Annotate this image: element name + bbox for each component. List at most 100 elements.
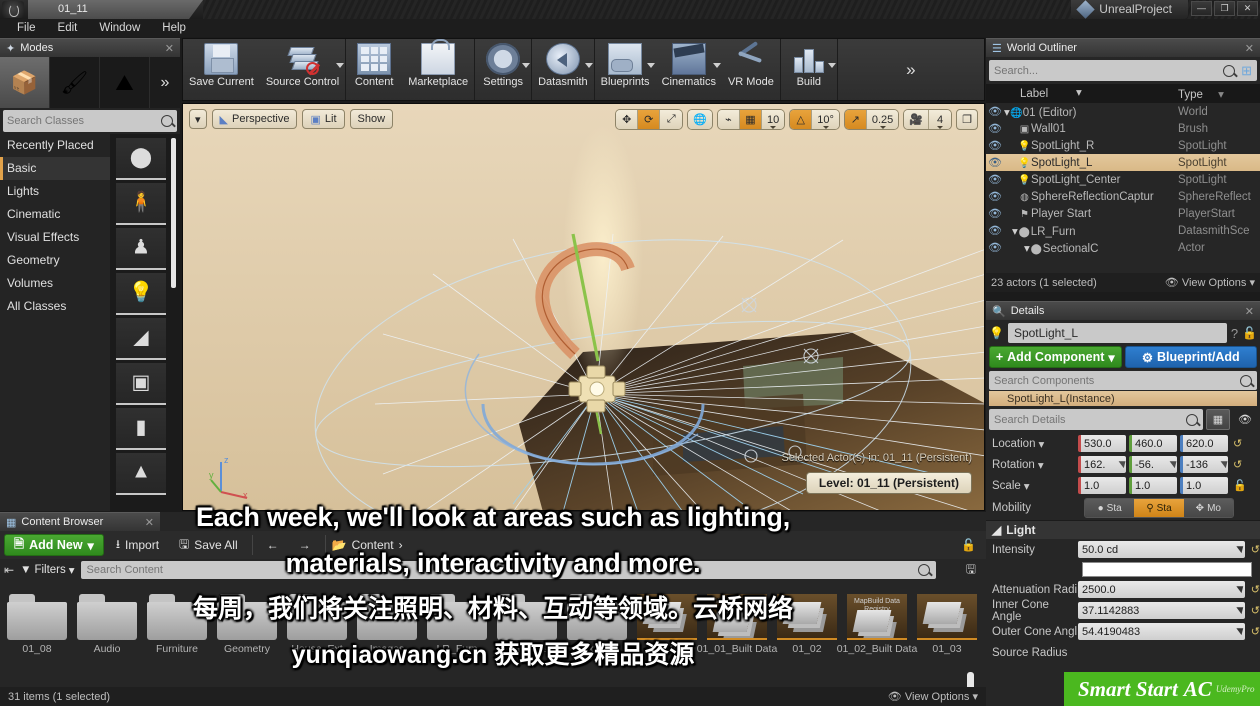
datasmith-button[interactable]: Datasmith (532, 39, 594, 100)
toolbar-overflow-button[interactable]: » (838, 39, 984, 100)
save-all-button[interactable]: 🖫 Save All (171, 534, 246, 556)
location-x-field[interactable]: 530.0 (1078, 435, 1126, 452)
grid-snap-toggle[interactable]: ▦ (739, 110, 762, 129)
landscape-mode-button[interactable]: ⛰ (100, 57, 150, 108)
details-tab[interactable]: 🔍 Details ✕ (986, 301, 1260, 320)
location-label[interactable]: Location ▾ (992, 437, 1078, 451)
visibility-eye-icon[interactable]: 👁 (986, 241, 1004, 254)
table-row[interactable]: 👁 💡SpotLight_Center SpotLight (986, 171, 1260, 188)
scale-snap-toggle[interactable]: ↗ (844, 110, 867, 129)
content-button[interactable]: Content (346, 39, 402, 100)
content-browser-tab[interactable]: ▦ Content Browser ✕ (0, 512, 160, 531)
add-new-button[interactable]: 🗎 Add New ▾ (4, 534, 104, 556)
category-volumes[interactable]: Volumes (0, 272, 110, 295)
blueprints-button[interactable]: Blueprints (595, 39, 656, 100)
actor-name-field[interactable]: SpotLight_L (1007, 323, 1227, 343)
modes-scrollbar[interactable] (171, 138, 176, 288)
world-coordinate-toggle[interactable]: 🌐 (688, 110, 712, 129)
spinner-icon[interactable]: ◥ (1117, 459, 1124, 470)
help-icon[interactable]: ? (1231, 326, 1238, 341)
outliner-search-field[interactable] (994, 64, 1224, 77)
rotation-x-field[interactable]: 162. ◥ (1078, 456, 1126, 473)
add-actor-icon[interactable]: ⊞ (1241, 63, 1252, 79)
placeable-item[interactable]: ▣ (116, 363, 166, 405)
project-tab[interactable]: UnrealProject (1071, 0, 1188, 19)
revert-icon[interactable]: ↺ (1233, 437, 1242, 450)
add-component-button[interactable]: + Add Component ▾ (989, 346, 1122, 368)
chevron-down-icon[interactable] (712, 63, 721, 68)
close-button[interactable]: ✕ (1237, 1, 1258, 16)
place-mode-button[interactable]: 📦 (0, 57, 50, 108)
chevron-down-icon[interactable] (646, 63, 655, 68)
menu-help[interactable]: Help (151, 22, 197, 34)
scale-tool-button[interactable]: ⤢ (660, 110, 683, 129)
close-icon[interactable]: ✕ (145, 516, 154, 529)
list-item[interactable]: MapBuild Data Registry 01_01_Built Data (697, 588, 777, 688)
location-y-field[interactable]: 460.0 (1129, 435, 1177, 452)
components-search-input[interactable] (989, 371, 1257, 390)
table-row[interactable]: 👁 💡SpotLight_R SpotLight (986, 137, 1260, 154)
placeable-item[interactable]: ◢ (116, 318, 166, 360)
settings-button[interactable]: Settings (475, 39, 531, 100)
lock-icon[interactable]: 🔓 (1233, 479, 1247, 492)
column-label[interactable]: Label ▾ (986, 87, 1178, 100)
search-classes-field[interactable] (7, 115, 161, 127)
table-row-selected[interactable]: 👁 💡SpotLight_L SpotLight (986, 154, 1260, 171)
surface-snap-toggle[interactable]: ⌁ (717, 110, 740, 129)
list-item[interactable]: 01_08 (4, 588, 70, 688)
list-item[interactable]: Images (354, 588, 420, 688)
close-icon[interactable]: ✕ (1245, 305, 1254, 318)
world-outliner-tab[interactable]: ☰ World Outliner ✕ (986, 38, 1260, 57)
category-lights[interactable]: Lights (0, 180, 110, 203)
category-cinematic[interactable]: Cinematic (0, 203, 110, 226)
content-search-input[interactable] (80, 561, 936, 579)
content-view-options-button[interactable]: 👁 View Options ▾ (888, 690, 978, 703)
close-icon[interactable]: ✕ (1245, 42, 1254, 55)
source-panel-icon[interactable]: ⇤ (4, 563, 14, 577)
visibility-eye-icon[interactable]: 👁 (986, 139, 1004, 152)
table-row[interactable]: 👁 ▾⬤LR_Furn DatasmithSce (986, 222, 1260, 239)
back-button[interactable]: ← (259, 534, 287, 556)
visibility-eye-icon[interactable]: 👁 (986, 122, 1004, 135)
rotation-y-field[interactable]: -56. ◥ (1129, 456, 1177, 473)
eye-icon[interactable]: 👁 (1233, 409, 1257, 430)
category-recently-placed[interactable]: Recently Placed (0, 134, 110, 157)
viewport-options-button[interactable]: ▾ (189, 109, 207, 129)
location-z-field[interactable]: 620.0 (1180, 435, 1228, 452)
revert-icon[interactable]: ↺ (1251, 583, 1260, 596)
modes-overflow-button[interactable]: » (150, 57, 180, 108)
list-item[interactable]: 01_02 (774, 588, 840, 688)
translate-tool-button[interactable]: ✥ (616, 110, 639, 129)
table-row[interactable]: 👁 ▣ Wall01 Brush (986, 120, 1260, 137)
details-search-input[interactable] (989, 409, 1203, 430)
visibility-eye-icon[interactable]: 👁 (986, 190, 1004, 203)
details-search-field[interactable] (994, 413, 1186, 426)
outliner-search-input[interactable]: ⊞ (989, 60, 1257, 81)
document-tab[interactable]: 01_11 (28, 0, 203, 19)
revert-icon[interactable]: ↺ (1251, 625, 1260, 638)
lock-icon[interactable]: 🔓 (1242, 326, 1257, 340)
chevron-down-icon[interactable] (336, 63, 345, 68)
light-section-header[interactable]: ◢ Light (986, 520, 1260, 539)
scale-y-field[interactable]: 1.0 (1129, 477, 1177, 494)
show-menu-button[interactable]: Show (349, 109, 394, 129)
list-item[interactable]: Audio (74, 588, 140, 688)
close-icon[interactable]: ✕ (165, 42, 174, 55)
category-basic[interactable]: Basic (0, 157, 110, 180)
list-item[interactable]: House_Ext (284, 588, 350, 688)
rotation-snap-toggle[interactable]: △ (790, 110, 813, 129)
intensity-field[interactable]: 50.0 cd ◥ (1078, 541, 1245, 558)
search-classes-input[interactable] (3, 110, 177, 132)
save-search-icon[interactable]: 🖫 (966, 560, 976, 581)
list-item[interactable]: LR_Furn (424, 588, 490, 688)
scale-x-field[interactable]: 1.0 (1078, 477, 1126, 494)
expand-icon[interactable]: ◥ (1235, 626, 1242, 637)
scale-z-field[interactable]: 1.0 (1180, 477, 1228, 494)
filters-button[interactable]: ▼ Filters ▾ (20, 563, 74, 577)
cinematics-button[interactable]: Cinematics (656, 39, 722, 100)
menu-edit[interactable]: Edit (47, 22, 89, 34)
scale-snap-value[interactable]: 0.25 (866, 110, 899, 129)
rotate-tool-button[interactable]: ⟳ (638, 110, 661, 129)
menu-window[interactable]: Window (88, 22, 151, 34)
paint-mode-button[interactable]: 🖌 (50, 57, 100, 108)
